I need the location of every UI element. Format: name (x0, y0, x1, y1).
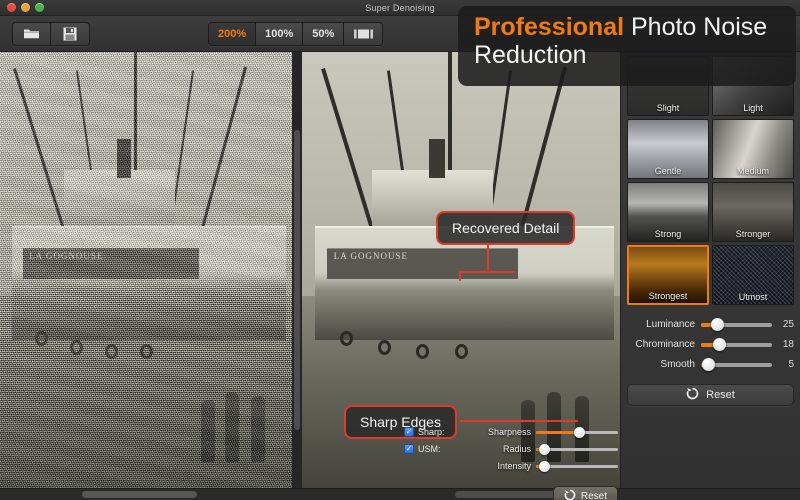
recovered-detail-leader-h (459, 271, 515, 273)
noisy-photo: LA GOGNOUSE (0, 52, 292, 488)
image-comparison-viewer: LA GOGNOUSE Recovered Detail Sharp Edges… (0, 52, 620, 500)
preset-label: Light (743, 103, 763, 113)
intensity-label: Intensity (497, 460, 531, 471)
smooth-label: Smooth (660, 358, 695, 370)
sharpen-reset-button[interactable]: Reset (552, 486, 618, 500)
luminance-label: Luminance (646, 318, 695, 330)
file-button-group (12, 21, 90, 46)
smooth-slider[interactable] (701, 357, 772, 371)
callout-recovered-detail: Recovered Detail (436, 211, 576, 245)
preset-label: Stronger (735, 229, 771, 239)
refresh-icon (564, 489, 576, 500)
chrominance-value: 18 (782, 338, 794, 350)
usm-checkbox-group[interactable]: ✓ USM: (404, 443, 466, 454)
open-folder-icon (23, 27, 40, 40)
preset-label: Strong (654, 229, 682, 239)
refresh-icon (686, 387, 699, 403)
chrominance-label: Chrominance (635, 338, 695, 350)
intensity-row: Intensity (404, 457, 618, 474)
promo-highlight-word: Professional (474, 13, 625, 41)
sharp-checkbox-label: Sharp: (418, 426, 445, 437)
vertical-scrollbar[interactable] (292, 52, 302, 488)
usm-row: ✓ USM: Radius (404, 440, 618, 457)
recovered-detail-leader-v (487, 245, 489, 273)
preset-stronger[interactable]: Stronger (712, 182, 794, 242)
horizontal-scrollbar-thumb-left[interactable] (82, 491, 197, 498)
sharpness-slider[interactable] (536, 426, 618, 438)
presets-sidebar: Slight Light Gentle Medium Strong Strong… (620, 52, 800, 488)
original-noisy-image[interactable]: LA GOGNOUSE (0, 52, 292, 488)
chrominance-row: Chrominance 18 (627, 334, 794, 354)
adjustment-sliders: Luminance 25 Chrominance 18 Smooth 5 (627, 314, 794, 374)
zoom-200-button[interactable]: 200% (209, 22, 257, 45)
intensity-slider[interactable] (536, 460, 618, 472)
fit-to-window-button[interactable] (344, 22, 383, 45)
smooth-row: Smooth 5 (627, 354, 794, 374)
promo-line1-rest: Photo Noise (624, 13, 768, 41)
sidebar-reset-label: Reset (706, 389, 735, 401)
preset-strongest[interactable]: Strongest (627, 245, 709, 305)
usm-checkbox[interactable]: ✓ (404, 443, 414, 454)
preset-gentle[interactable]: Gentle (627, 119, 709, 179)
open-file-button[interactable] (13, 22, 51, 45)
save-disk-icon (63, 27, 77, 41)
usm-checkbox-label: USM: (418, 443, 441, 454)
vertical-scrollbar-thumb[interactable] (294, 130, 300, 430)
preset-label: Gentle (654, 166, 682, 176)
radius-slider[interactable] (536, 443, 618, 455)
preset-grid: Slight Light Gentle Medium Strong Strong… (627, 56, 794, 305)
sharp-row: ✓ Sharp: Sharpness (404, 423, 618, 440)
sharpen-controls-panel: ✓ Sharp: Sharpness ✓ USM: Radius Intensi… (404, 423, 618, 500)
recovered-detail-leader-h2 (459, 271, 461, 281)
preset-label: Strongest (648, 291, 688, 301)
sharp-checkbox[interactable]: ✓ (404, 426, 414, 437)
sharp-edges-leader (460, 420, 578, 422)
sidebar-reset-button[interactable]: Reset (627, 384, 794, 406)
luminance-row: Luminance 25 (627, 314, 794, 334)
sharp-checkbox-group[interactable]: ✓ Sharp: (404, 426, 466, 437)
zoom-level-group: 200% 100% 50% (208, 21, 384, 46)
sharpness-label: Sharpness (487, 426, 531, 437)
smooth-value: 5 (788, 358, 794, 370)
fit-to-window-icon (353, 28, 373, 40)
luminance-slider[interactable] (701, 317, 772, 331)
preset-label: Slight (656, 103, 680, 113)
zoom-100-button[interactable]: 100% (256, 22, 304, 45)
preset-label: Medium (736, 166, 769, 176)
chrominance-slider[interactable] (701, 337, 772, 351)
luminance-value: 25 (782, 318, 794, 330)
radius-label: Radius (502, 443, 531, 454)
promo-banner: Professional Photo Noise Reduction (458, 6, 796, 86)
main-content: LA GOGNOUSE Recovered Detail Sharp Edges… (0, 52, 800, 500)
horizontal-scrollbar[interactable] (0, 488, 800, 500)
zoom-50-button[interactable]: 50% (303, 22, 345, 45)
save-file-button[interactable] (51, 22, 89, 45)
preset-medium[interactable]: Medium (712, 119, 794, 179)
boat-name-text: LA GOGNOUSE (333, 250, 409, 261)
promo-line2: Reduction (474, 41, 587, 69)
preset-strong[interactable]: Strong (627, 182, 709, 242)
preset-utmost[interactable]: Utmost (712, 245, 794, 305)
sharpen-reset-label: Reset (580, 490, 607, 500)
preset-label: Utmost (738, 292, 768, 302)
